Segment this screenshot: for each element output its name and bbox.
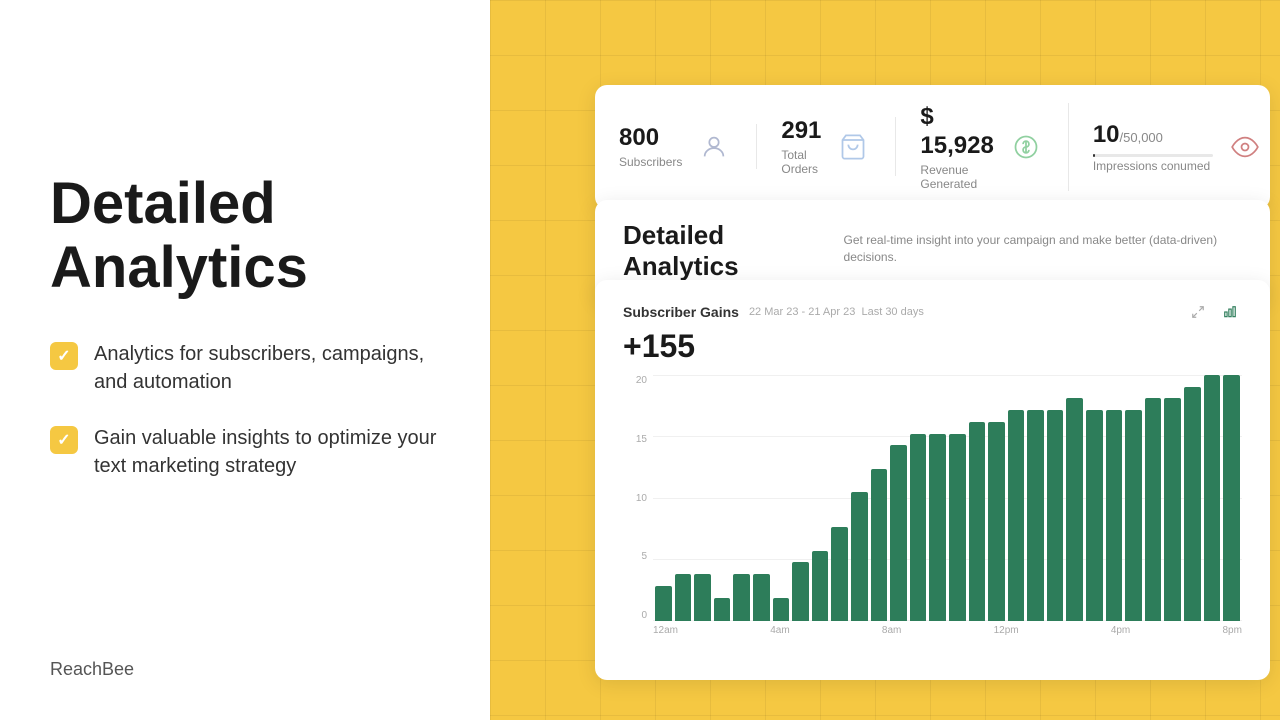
bar-20 [1047,410,1064,621]
bar-15 [949,434,966,621]
bar-12 [890,445,907,621]
y-label-15: 15 [636,434,647,445]
bars-area [653,375,1242,621]
feature-text-1: Analytics for subscribers, campaigns, an… [94,340,440,396]
bar-22 [1086,410,1103,621]
bar-28 [1204,375,1221,621]
chart-inner: 20 15 10 5 0 [623,375,1242,621]
bar-4 [733,574,750,621]
x-label-4pm: 4pm [1111,625,1130,636]
bar-18 [1008,410,1025,621]
orders-label: Total Orders [781,148,821,176]
impressions-label: Impressions conumed [1093,159,1213,173]
bar-10 [851,492,868,621]
revenue-value: $ 15,928 [920,103,993,161]
chart-title-area: Subscriber Gains 22 Mar 23 - 21 Apr 23 L… [623,304,924,320]
impressions-bar [1093,154,1213,157]
orders-value: 291 [781,117,821,146]
bar-6 [773,598,790,621]
brand-name: ReachBee [50,659,134,680]
analytics-card-title: Detailed Analytics [623,220,830,282]
bar-24 [1125,410,1142,621]
eye-icon [1227,129,1263,165]
y-label-5: 5 [641,551,647,562]
expand-icon[interactable] [1186,300,1210,324]
x-label-12am: 12am [653,625,678,636]
bar-29 [1223,375,1240,621]
left-panel: DetailedAnalytics Analytics for subscrib… [0,0,490,720]
bar-3 [714,598,731,621]
bar-25 [1145,398,1162,621]
y-label-0: 0 [641,610,647,621]
features-list: Analytics for subscribers, campaigns, an… [50,340,440,508]
analytics-header: Detailed Analytics Get real-time insight… [623,220,1242,282]
revenue-label: Revenue Generated [920,163,993,191]
bar-1 [675,574,692,621]
feature-item-1: Analytics for subscribers, campaigns, an… [50,340,440,396]
dollar-icon [1008,129,1044,165]
x-label-8am: 8am [882,625,901,636]
bar-21 [1066,398,1083,621]
chart-card: Subscriber Gains 22 Mar 23 - 21 Apr 23 L… [595,280,1270,680]
bars-container [653,375,1242,621]
bar-23 [1106,410,1123,621]
bar-27 [1184,387,1201,621]
bar-5 [753,574,770,621]
stat-subscribers: 800 Subscribers [619,124,757,169]
impressions-value: 10/50,000 [1093,121,1213,150]
bar-14 [929,434,946,621]
page-title: DetailedAnalytics [50,172,440,300]
analytics-card-subtitle: Get real-time insight into your campaign… [844,232,1242,266]
bar-11 [871,469,888,621]
bar-0 [655,586,672,621]
right-panel: 800 Subscribers 291 Total Orders [490,0,1280,720]
bar-chart: 20 15 10 5 0 [623,375,1242,645]
x-label-8pm: 8pm [1222,625,1241,636]
y-label-20: 20 [636,375,647,386]
chart-icons[interactable] [1186,300,1242,324]
stat-impressions: 10/50,000 Impressions conumed [1093,121,1263,173]
x-label-12pm: 12pm [994,625,1019,636]
subscribers-value: 800 [619,124,682,153]
feature-item-2: Gain valuable insights to optimize your … [50,424,440,480]
bar-7 [792,562,809,621]
bar-chart-icon[interactable] [1218,300,1242,324]
feature-text-2: Gain valuable insights to optimize your … [94,424,440,480]
bar-19 [1027,410,1044,621]
chart-date-range: 22 Mar 23 - 21 Apr 23 Last 30 days [749,306,924,318]
bar-9 [831,527,848,621]
x-axis: 12am 4am 8am 12pm 4pm 8pm [623,625,1242,636]
chart-total: +155 [623,328,1242,365]
check-icon-2 [50,426,78,454]
impressions-bar-fill [1093,154,1095,157]
check-icon-1 [50,342,78,370]
bar-17 [988,422,1005,621]
y-label-10: 10 [636,493,647,504]
x-label-4am: 4am [770,625,789,636]
person-icon [696,129,732,165]
bar-16 [969,422,986,621]
cart-icon [835,129,871,165]
chart-header: Subscriber Gains 22 Mar 23 - 21 Apr 23 L… [623,300,1242,324]
stat-revenue: $ 15,928 Revenue Generated [920,103,1068,191]
bar-8 [812,551,829,621]
chart-title: Subscriber Gains [623,304,739,320]
y-axis: 20 15 10 5 0 [623,375,653,621]
bar-2 [694,574,711,621]
stats-card: 800 Subscribers 291 Total Orders [595,85,1270,209]
stat-orders: 291 Total Orders [781,117,896,176]
bar-26 [1164,398,1181,621]
bar-13 [910,434,927,621]
subscribers-label: Subscribers [619,155,682,169]
